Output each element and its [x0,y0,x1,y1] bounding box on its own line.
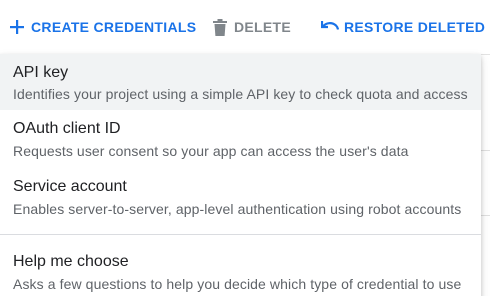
menu-item-service-account[interactable]: Service account Enables server-to-server… [0,167,481,224]
restore-deleted-label: RESTORE DELETED CR [344,19,490,35]
undo-icon [321,20,339,34]
toolbar: CREATE CREDENTIALS DELETE RESTORE DELETE… [0,0,490,55]
delete-label: DELETE [234,19,292,35]
trash-icon [213,18,227,36]
menu-item-title: API key [13,64,69,81]
create-credentials-button[interactable]: CREATE CREDENTIALS [10,0,196,54]
menu-item-description: Enables server-to-server, app-level auth… [13,201,462,217]
delete-button[interactable]: DELETE [213,0,291,54]
restore-deleted-button[interactable]: RESTORE DELETED CR [321,0,490,54]
menu-item-api-key[interactable]: API key Identifies your project using a … [0,54,481,110]
plus-icon [10,20,24,34]
create-credentials-label: CREATE CREDENTIALS [31,19,197,35]
menu-item-title: OAuth client ID [13,120,121,137]
menu-item-help-me-choose[interactable]: Help me choose Asks a few questions to h… [0,235,481,296]
menu-item-oauth-client-id[interactable]: OAuth client ID Requests user consent so… [0,110,481,167]
menu-item-description: Asks a few questions to help you decide … [13,276,462,292]
menu-item-description: Requests user consent so your app can ac… [13,143,409,159]
menu-item-title: Service account [13,178,127,195]
create-credentials-menu: API key Identifies your project using a … [0,54,481,296]
menu-item-description: Identifies your project using a simple A… [13,86,468,102]
menu-item-title: Help me choose [13,253,129,270]
credentials-page: CREATE CREDENTIALS DELETE RESTORE DELETE… [0,0,490,296]
